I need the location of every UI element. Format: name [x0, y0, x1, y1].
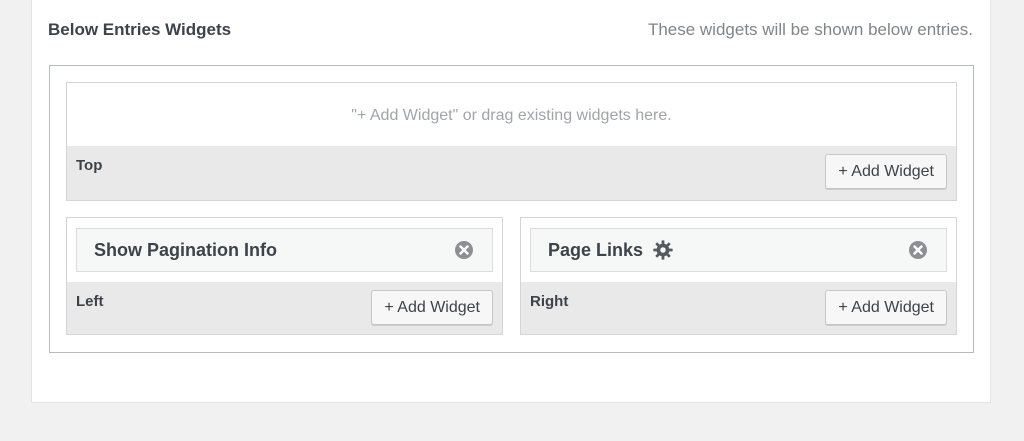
widget-show-pagination-info[interactable]: Show Pagination Info	[76, 228, 493, 272]
widget-title: Show Pagination Info	[94, 239, 277, 260]
area-label-left: Left	[76, 293, 104, 310]
add-widget-button-left[interactable]: + Add Widget	[371, 290, 493, 325]
area-label-top: Top	[76, 157, 103, 174]
area-right[interactable]: Page Links Right + Add Widget	[520, 217, 957, 335]
section-description: These widgets will be shown below entrie…	[647, 20, 973, 39]
area-label-right: Right	[530, 293, 569, 310]
widget-title: Page Links	[548, 239, 644, 260]
add-widget-button-top[interactable]: + Add Widget	[825, 154, 947, 189]
close-circle-icon[interactable]	[908, 240, 928, 260]
section-title: Below Entries Widgets	[48, 20, 232, 39]
area-left-footer: Left + Add Widget	[67, 282, 502, 334]
gear-icon[interactable]	[652, 239, 674, 261]
add-widget-button-right[interactable]: + Add Widget	[825, 290, 947, 325]
drop-hint: "+ Add Widget" or drag existing widgets …	[351, 107, 672, 124]
area-top[interactable]: "+ Add Widget" or drag existing widgets …	[66, 82, 957, 201]
widget-page-links[interactable]: Page Links	[530, 228, 947, 272]
area-top-footer: Top + Add Widget	[67, 146, 956, 200]
area-left[interactable]: Show Pagination Info Left + Add Widget	[66, 217, 503, 335]
area-right-footer: Right + Add Widget	[521, 282, 956, 334]
close-circle-icon[interactable]	[454, 240, 474, 260]
widget-zone: "+ Add Widget" or drag existing widgets …	[49, 65, 974, 353]
